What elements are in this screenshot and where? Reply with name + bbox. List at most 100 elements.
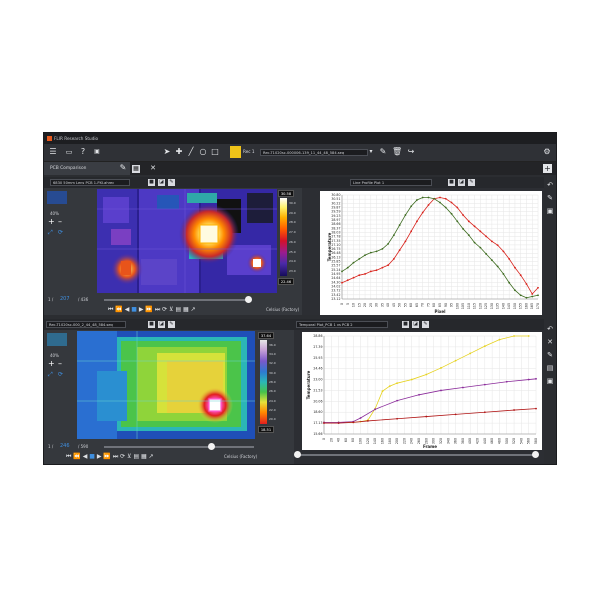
ir-file-select-bottom[interactable]: Rec-T1020sc-000_2_44_48_584.seq	[46, 321, 126, 328]
timeline-knob-top[interactable]	[245, 296, 252, 303]
redo-icon[interactable]: ↪	[406, 147, 416, 157]
series-point-1	[396, 399, 399, 402]
file-select[interactable]: Rec-T1020sc-000006-139_11_44_48_584.seq	[260, 149, 368, 156]
line-tool-icon[interactable]: ╱	[186, 147, 196, 157]
undo-icon[interactable]: ↶	[546, 181, 554, 189]
record-icon[interactable]: ▣	[92, 147, 102, 157]
open-folder-icon[interactable]: ▭	[64, 147, 74, 157]
first-frame-icon-bottom[interactable]: ⏮	[66, 453, 71, 460]
x-tick-label: 150	[513, 303, 517, 309]
edit-icon[interactable]: ✎	[378, 147, 388, 157]
expand-icon[interactable]: ✕	[546, 338, 554, 346]
thumbnail-bottom[interactable]	[47, 333, 67, 346]
rotate-icon[interactable]: ⟳	[58, 229, 63, 236]
play-icon-bottom[interactable]: ▶	[97, 453, 102, 460]
range-knob-start[interactable]	[294, 451, 301, 458]
chart-icon[interactable]: ↗	[191, 306, 196, 313]
ir-file-select-top[interactable]: 6830 50mm Lens PCB 1-PXI.ahrec	[50, 179, 130, 186]
scale-max-bottom[interactable]: 37.64	[258, 332, 274, 339]
plot-edit-icon[interactable]: ✎	[468, 179, 475, 186]
zoom-in-icon[interactable]: +	[48, 217, 55, 226]
report-icon[interactable]: ▤	[546, 364, 554, 372]
temporal-chart[interactable]: 0 20 40 60 80 100 120 140 160 180 200 220 240 260 280 3…	[302, 332, 542, 450]
chart-icon-bottom[interactable]: ↗	[149, 453, 154, 460]
pin-icon-bottom[interactable]: ✎	[168, 321, 175, 328]
fit-icon[interactable]: ⤢	[48, 229, 53, 237]
delete-icon[interactable]: 🗑	[392, 147, 402, 157]
stop-icon[interactable]: ■	[131, 306, 137, 313]
frame-current-bottom[interactable]: 246	[60, 443, 70, 449]
step-forward-icon-bottom[interactable]: ⏩	[103, 453, 110, 460]
scale-min-top[interactable]: 22.46	[278, 278, 294, 285]
palette-icon-bottom[interactable]: ▤	[133, 453, 139, 460]
scale-max-top[interactable]: 30.58	[278, 190, 294, 197]
save-icon-2[interactable]: ▣	[546, 377, 554, 385]
zoom-in-icon-bottom[interactable]: +	[48, 359, 55, 368]
pointer-tool-icon[interactable]: ➤	[162, 147, 172, 157]
link-icon[interactable]: ◪	[158, 179, 165, 186]
settings-icon[interactable]: ⚙	[542, 147, 552, 157]
step-back-icon-bottom[interactable]: ◀	[83, 453, 88, 460]
right-sidebar: ↶ ✎ ▣ ↶ ✕ ✎ ▤ ▣	[544, 177, 556, 464]
thermal-image-top[interactable]	[97, 189, 277, 293]
plot-fullscreen-icon[interactable]: ■	[448, 179, 455, 186]
step-back-icon[interactable]: ◀	[125, 306, 130, 313]
frame-current-top[interactable]: 207	[60, 296, 70, 302]
loop-icon[interactable]: ⟳	[162, 306, 167, 313]
dropdown-icon[interactable]: ▾	[366, 147, 376, 157]
play-icon[interactable]: ▶	[139, 306, 144, 313]
zoom-out-icon[interactable]: –	[58, 217, 62, 226]
layout-icon[interactable]: ▦	[132, 165, 140, 173]
palette-icon[interactable]: ▤	[175, 306, 181, 313]
prev-frame-icon-bottom[interactable]: ⏪	[73, 453, 80, 460]
step-forward-icon[interactable]: ⏩	[145, 306, 152, 313]
scale-min-bottom[interactable]: 18.51	[258, 426, 274, 433]
plot-link-icon-bottom[interactable]: ◪	[412, 321, 419, 328]
first-frame-icon[interactable]: ⏮	[108, 306, 113, 313]
tab-close-icon[interactable]: ✕	[148, 163, 158, 173]
help-icon[interactable]: ?	[78, 147, 88, 157]
last-frame-icon[interactable]: ⏭	[155, 306, 160, 313]
line-profile-chart[interactable]: 0 5 10 15 20 25 30 35 40 45 50 55 60 65 70 75 80 85 90 95 10…	[320, 191, 542, 315]
thumbnail[interactable]	[47, 191, 67, 204]
undo-icon-2[interactable]: ↶	[546, 325, 554, 333]
last-frame-icon-bottom[interactable]: ⏭	[113, 453, 118, 460]
circle-tool-icon[interactable]: ○	[198, 147, 208, 157]
stop-icon-bottom[interactable]: ■	[89, 453, 95, 460]
plot-link-icon[interactable]: ◪	[458, 179, 465, 186]
loop-icon-bottom[interactable]: ⟳	[120, 453, 125, 460]
fullscreen-icon[interactable]: ■	[148, 179, 155, 186]
spot-tool-icon[interactable]: ✚	[174, 147, 184, 157]
link-icon-bottom[interactable]: ◪	[158, 321, 165, 328]
filter-icon-bottom[interactable]: ⊻	[127, 453, 131, 460]
timeline-slider-bottom[interactable]	[104, 446, 254, 448]
unit-label-top[interactable]: Celsius (Factory)	[266, 307, 299, 312]
range-knob-end[interactable]	[532, 451, 539, 458]
unit-label-bottom[interactable]: Celsius (Factory)	[224, 454, 257, 459]
grid-icon-bottom[interactable]: ▦	[141, 453, 147, 460]
menu-icon[interactable]: ☰	[48, 147, 58, 157]
grid-icon[interactable]: ▦	[183, 306, 189, 313]
timeline-slider-top[interactable]	[104, 299, 249, 301]
rectangle-tool-icon[interactable]: □	[210, 147, 220, 157]
filter-icon[interactable]: ⊻	[169, 306, 173, 313]
range-slider[interactable]	[298, 454, 536, 456]
plot-select-bottom[interactable]: Temporal Plot_PCB 1 vs PCB 2	[296, 321, 388, 328]
add-view-icon[interactable]: +	[543, 164, 552, 173]
plot-fullscreen-icon-bottom[interactable]: ■	[402, 321, 409, 328]
zoom-out-icon-bottom[interactable]: –	[58, 359, 62, 368]
plot-select-top[interactable]: Line Profile Plot 1	[350, 179, 432, 186]
fullscreen-icon-bottom[interactable]: ■	[148, 321, 155, 328]
wrench-icon-2[interactable]: ✎	[546, 351, 554, 359]
wrench-icon[interactable]: ✎	[546, 194, 554, 202]
x-tick-label: 25	[369, 303, 373, 307]
pin-icon[interactable]: ✎	[168, 179, 175, 186]
fit-icon-bottom[interactable]: ⤢	[48, 371, 53, 379]
prev-frame-icon[interactable]: ⏪	[115, 306, 122, 313]
timeline-knob-bottom[interactable]	[208, 443, 215, 450]
thermal-image-bottom[interactable]	[77, 331, 255, 439]
plot-edit-icon-bottom[interactable]: ✎	[422, 321, 429, 328]
tab-edit-icon[interactable]: ✎	[118, 163, 128, 173]
rotate-icon-bottom[interactable]: ⟳	[58, 371, 63, 378]
save-icon[interactable]: ▣	[546, 207, 554, 215]
